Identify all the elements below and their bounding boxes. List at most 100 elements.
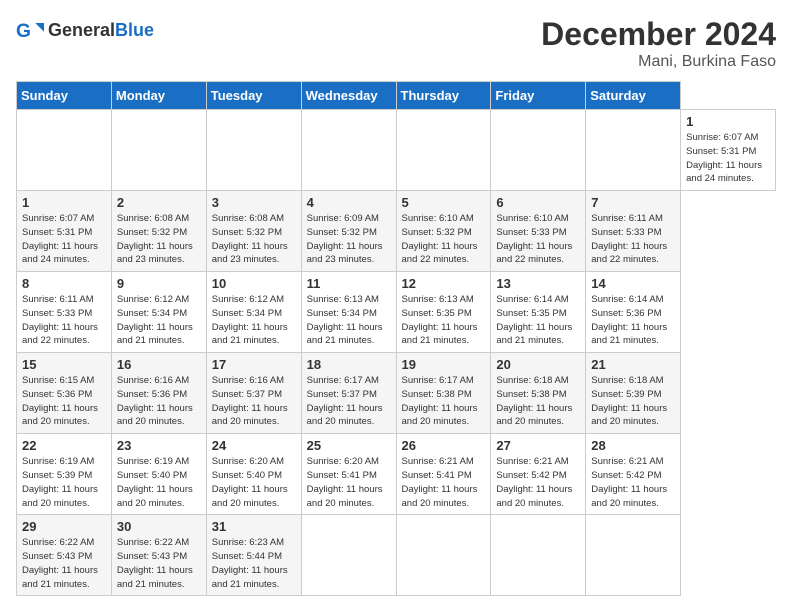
calendar-cell: 24 Sunrise: 6:20 AMSunset: 5:40 PMDaylig… xyxy=(206,434,301,515)
calendar-cell: 30 Sunrise: 6:22 AMSunset: 5:43 PMDaylig… xyxy=(111,515,206,596)
calendar-cell: 26 Sunrise: 6:21 AMSunset: 5:41 PMDaylig… xyxy=(396,434,491,515)
calendar-cell xyxy=(586,515,681,596)
calendar-cell: 14 Sunrise: 6:14 AMSunset: 5:36 PMDaylig… xyxy=(586,272,681,353)
col-header-monday: Monday xyxy=(111,82,206,110)
calendar-cell: 4 Sunrise: 6:09 AMSunset: 5:32 PMDayligh… xyxy=(301,191,396,272)
calendar-cell: 13 Sunrise: 6:14 AMSunset: 5:35 PMDaylig… xyxy=(491,272,586,353)
calendar-cell: 1 Sunrise: 6:07 AMSunset: 5:31 PMDayligh… xyxy=(17,191,112,272)
day-info: Sunrise: 6:18 AMSunset: 5:39 PMDaylight:… xyxy=(591,375,667,427)
day-info: Sunrise: 6:21 AMSunset: 5:42 PMDaylight:… xyxy=(496,456,572,508)
calendar-cell xyxy=(301,515,396,596)
day-number: 13 xyxy=(496,276,580,291)
calendar-week-6: 29 Sunrise: 6:22 AMSunset: 5:43 PMDaylig… xyxy=(17,515,776,596)
calendar-cell xyxy=(491,110,586,191)
day-number: 23 xyxy=(117,438,201,453)
calendar-week-2: 1 Sunrise: 6:07 AMSunset: 5:31 PMDayligh… xyxy=(17,191,776,272)
day-number: 26 xyxy=(402,438,486,453)
day-number: 10 xyxy=(212,276,296,291)
day-number: 16 xyxy=(117,357,201,372)
page-header: G GeneralBlue December 2024 Mani, Burkin… xyxy=(16,16,776,71)
day-info: Sunrise: 6:19 AMSunset: 5:40 PMDaylight:… xyxy=(117,456,193,508)
calendar-cell: 18 Sunrise: 6:17 AMSunset: 5:37 PMDaylig… xyxy=(301,353,396,434)
logo-general: General xyxy=(48,20,115,40)
calendar-cell xyxy=(111,110,206,191)
calendar-cell: 5 Sunrise: 6:10 AMSunset: 5:32 PMDayligh… xyxy=(396,191,491,272)
calendar-cell xyxy=(396,110,491,191)
calendar-week-4: 15 Sunrise: 6:15 AMSunset: 5:36 PMDaylig… xyxy=(17,353,776,434)
day-number: 6 xyxy=(496,195,580,210)
day-number: 27 xyxy=(496,438,580,453)
day-number: 3 xyxy=(212,195,296,210)
calendar-cell: 31 Sunrise: 6:23 AMSunset: 5:44 PMDaylig… xyxy=(206,515,301,596)
day-info: Sunrise: 6:22 AMSunset: 5:43 PMDaylight:… xyxy=(22,537,98,589)
day-number: 1 xyxy=(686,114,770,129)
col-header-friday: Friday xyxy=(491,82,586,110)
calendar-cell: 25 Sunrise: 6:20 AMSunset: 5:41 PMDaylig… xyxy=(301,434,396,515)
calendar-cell xyxy=(586,110,681,191)
day-info: Sunrise: 6:21 AMSunset: 5:42 PMDaylight:… xyxy=(591,456,667,508)
day-info: Sunrise: 6:21 AMSunset: 5:41 PMDaylight:… xyxy=(402,456,478,508)
logo: G GeneralBlue xyxy=(16,16,154,44)
day-number: 21 xyxy=(591,357,675,372)
day-info: Sunrise: 6:16 AMSunset: 5:37 PMDaylight:… xyxy=(212,375,288,427)
day-number: 8 xyxy=(22,276,106,291)
day-info: Sunrise: 6:07 AMSunset: 5:31 PMDaylight:… xyxy=(22,213,98,265)
calendar-cell: 6 Sunrise: 6:10 AMSunset: 5:33 PMDayligh… xyxy=(491,191,586,272)
calendar-cell: 17 Sunrise: 6:16 AMSunset: 5:37 PMDaylig… xyxy=(206,353,301,434)
day-info: Sunrise: 6:13 AMSunset: 5:34 PMDaylight:… xyxy=(307,294,383,346)
calendar-cell: 9 Sunrise: 6:12 AMSunset: 5:34 PMDayligh… xyxy=(111,272,206,353)
day-info: Sunrise: 6:08 AMSunset: 5:32 PMDaylight:… xyxy=(117,213,193,265)
calendar-cell xyxy=(17,110,112,191)
day-info: Sunrise: 6:11 AMSunset: 5:33 PMDaylight:… xyxy=(591,213,667,265)
calendar-cell: 19 Sunrise: 6:17 AMSunset: 5:38 PMDaylig… xyxy=(396,353,491,434)
day-number: 9 xyxy=(117,276,201,291)
day-info: Sunrise: 6:15 AMSunset: 5:36 PMDaylight:… xyxy=(22,375,98,427)
col-header-wednesday: Wednesday xyxy=(301,82,396,110)
day-info: Sunrise: 6:10 AMSunset: 5:32 PMDaylight:… xyxy=(402,213,478,265)
col-header-thursday: Thursday xyxy=(396,82,491,110)
day-info: Sunrise: 6:22 AMSunset: 5:43 PMDaylight:… xyxy=(117,537,193,589)
title-block: December 2024 Mani, Burkina Faso xyxy=(541,16,776,71)
day-info: Sunrise: 6:10 AMSunset: 5:33 PMDaylight:… xyxy=(496,213,572,265)
day-info: Sunrise: 6:14 AMSunset: 5:36 PMDaylight:… xyxy=(591,294,667,346)
calendar-cell: 7 Sunrise: 6:11 AMSunset: 5:33 PMDayligh… xyxy=(586,191,681,272)
col-header-tuesday: Tuesday xyxy=(206,82,301,110)
calendar-cell xyxy=(396,515,491,596)
calendar-cell: 23 Sunrise: 6:19 AMSunset: 5:40 PMDaylig… xyxy=(111,434,206,515)
day-number: 5 xyxy=(402,195,486,210)
day-number: 11 xyxy=(307,276,391,291)
day-info: Sunrise: 6:20 AMSunset: 5:41 PMDaylight:… xyxy=(307,456,383,508)
day-info: Sunrise: 6:17 AMSunset: 5:37 PMDaylight:… xyxy=(307,375,383,427)
day-number: 28 xyxy=(591,438,675,453)
calendar-cell: 3 Sunrise: 6:08 AMSunset: 5:32 PMDayligh… xyxy=(206,191,301,272)
day-number: 2 xyxy=(117,195,201,210)
calendar-cell xyxy=(491,515,586,596)
day-number: 18 xyxy=(307,357,391,372)
day-info: Sunrise: 6:20 AMSunset: 5:40 PMDaylight:… xyxy=(212,456,288,508)
day-number: 20 xyxy=(496,357,580,372)
calendar-cell: 2 Sunrise: 6:08 AMSunset: 5:32 PMDayligh… xyxy=(111,191,206,272)
calendar-cell: 29 Sunrise: 6:22 AMSunset: 5:43 PMDaylig… xyxy=(17,515,112,596)
day-info: Sunrise: 6:12 AMSunset: 5:34 PMDaylight:… xyxy=(212,294,288,346)
day-info: Sunrise: 6:09 AMSunset: 5:32 PMDaylight:… xyxy=(307,213,383,265)
day-info: Sunrise: 6:19 AMSunset: 5:39 PMDaylight:… xyxy=(22,456,98,508)
calendar-week-3: 8 Sunrise: 6:11 AMSunset: 5:33 PMDayligh… xyxy=(17,272,776,353)
logo-blue: Blue xyxy=(115,20,154,40)
header-row: SundayMondayTuesdayWednesdayThursdayFrid… xyxy=(17,82,776,110)
day-number: 31 xyxy=(212,519,296,534)
col-header-sunday: Sunday xyxy=(17,82,112,110)
day-number: 7 xyxy=(591,195,675,210)
day-info: Sunrise: 6:16 AMSunset: 5:36 PMDaylight:… xyxy=(117,375,193,427)
calendar-cell: 28 Sunrise: 6:21 AMSunset: 5:42 PMDaylig… xyxy=(586,434,681,515)
svg-text:G: G xyxy=(16,21,31,42)
day-number: 4 xyxy=(307,195,391,210)
day-number: 14 xyxy=(591,276,675,291)
col-header-saturday: Saturday xyxy=(586,82,681,110)
day-info: Sunrise: 6:23 AMSunset: 5:44 PMDaylight:… xyxy=(212,537,288,589)
calendar-cell: 21 Sunrise: 6:18 AMSunset: 5:39 PMDaylig… xyxy=(586,353,681,434)
calendar-cell: 15 Sunrise: 6:15 AMSunset: 5:36 PMDaylig… xyxy=(17,353,112,434)
day-number: 19 xyxy=(402,357,486,372)
day-info: Sunrise: 6:12 AMSunset: 5:34 PMDaylight:… xyxy=(117,294,193,346)
day-number: 30 xyxy=(117,519,201,534)
day-info: Sunrise: 6:17 AMSunset: 5:38 PMDaylight:… xyxy=(402,375,478,427)
